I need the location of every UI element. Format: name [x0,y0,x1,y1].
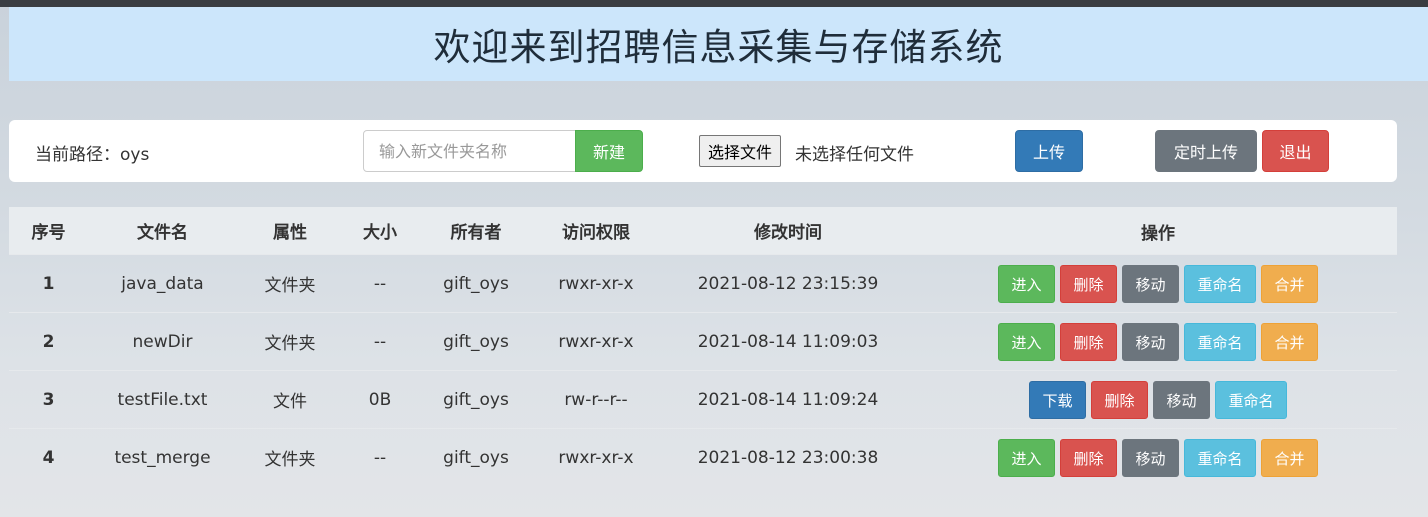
file-name: test_merge [114,447,211,468]
table-header: 序号 文件名 属性 大小 所有者 访问权限 修改时间 操作 [9,207,1397,254]
file-size: -- [373,447,387,468]
delete-button[interactable]: 删除 [1060,265,1117,303]
row-actions: 下载 删除 移动 重命名 [919,380,1397,419]
file-size: -- [373,331,387,352]
download-button[interactable]: 下载 [1029,381,1086,419]
col-header-permission: 访问权限 [562,223,630,243]
enter-button[interactable]: 进入 [998,265,1055,303]
col-header-type: 属性 [273,223,307,243]
file-modified-time: 2021-08-12 23:00:38 [697,447,879,468]
row-number: 2 [42,331,55,352]
top-bar [0,0,1428,7]
move-button[interactable]: 移动 [1122,439,1179,477]
file-modified-time: 2021-08-14 11:09:24 [697,389,879,410]
delete-button[interactable]: 删除 [1091,381,1148,419]
col-header-actions: 操作 [1141,223,1175,244]
rename-button[interactable]: 重命名 [1184,323,1256,361]
col-header-name: 文件名 [137,223,188,243]
file-modified-time: 2021-08-14 11:09:03 [697,331,879,352]
page-title: 欢迎来到招聘信息采集与存储系统 [433,26,1004,69]
rename-button[interactable]: 重命名 [1184,265,1256,303]
merge-button[interactable]: 合并 [1261,323,1318,361]
file-owner: gift_oys [443,331,509,352]
row-number: 4 [42,447,55,468]
row-number: 1 [42,273,55,294]
row-actions: 进入 删除 移动 重命名 合并 [919,322,1397,361]
file-owner: gift_oys [443,389,509,410]
file-permission: rwxr-xr-x [558,331,634,352]
rename-button[interactable]: 重命名 [1184,439,1256,477]
file-size: -- [373,273,387,294]
move-button[interactable]: 移动 [1122,323,1179,361]
file-permission: rwxr-xr-x [558,447,634,468]
toolbar: 当前路径：oys 新建 选择文件 未选择任何文件 上传 定时上传 退出 [9,120,1397,182]
file-size: 0B [368,389,392,410]
file-owner: gift_oys [443,447,509,468]
file-type: 文件夹 [264,334,316,354]
file-name: java_data [121,273,204,294]
col-header-size: 大小 [363,223,397,243]
file-modified-time: 2021-08-12 23:15:39 [697,273,879,294]
row-number: 3 [42,389,55,410]
file-permission: rw-r--r-- [564,389,628,410]
table-row: 1 java_data 文件夹 -- gift_oys rwxr-xr-x 20… [9,254,1397,312]
new-folder-button[interactable]: 新建 [575,130,643,172]
file-status-text: 未选择任何文件 [795,145,914,165]
logout-button[interactable]: 退出 [1262,130,1329,172]
file-type: 文件 [273,392,307,412]
file-type: 文件夹 [264,276,316,296]
file-table: 序号 文件名 属性 大小 所有者 访问权限 修改时间 操作 1 java_dat… [9,207,1397,486]
move-button[interactable]: 移动 [1153,381,1210,419]
upload-button[interactable]: 上传 [1015,130,1083,172]
col-header-no: 序号 [31,223,66,243]
current-path-label: 当前路径：oys [35,145,150,165]
file-name: testFile.txt [117,389,208,410]
enter-button[interactable]: 进入 [998,323,1055,361]
file-owner: gift_oys [443,273,509,294]
col-header-modified: 修改时间 [754,223,822,243]
page-header: 欢迎来到招聘信息采集与存储系统 [9,7,1428,81]
file-permission: rwxr-xr-x [558,273,634,294]
new-folder-input[interactable] [363,130,576,172]
enter-button[interactable]: 进入 [998,439,1055,477]
choose-file-button[interactable]: 选择文件 [699,135,782,167]
merge-button[interactable]: 合并 [1261,439,1318,477]
row-actions: 进入 删除 移动 重命名 合并 [919,438,1397,477]
table-row: 3 testFile.txt 文件 0B gift_oys rw-r--r-- … [9,370,1397,428]
table-row: 4 test_merge 文件夹 -- gift_oys rwxr-xr-x 2… [9,428,1397,486]
timed-upload-button[interactable]: 定时上传 [1155,130,1257,172]
col-header-owner: 所有者 [450,223,502,243]
file-type: 文件夹 [264,450,316,470]
move-button[interactable]: 移动 [1122,265,1179,303]
table-row: 2 newDir 文件夹 -- gift_oys rwxr-xr-x 2021-… [9,312,1397,370]
delete-button[interactable]: 删除 [1060,323,1117,361]
merge-button[interactable]: 合并 [1261,265,1318,303]
rename-button[interactable]: 重命名 [1215,381,1287,419]
file-name: newDir [132,331,193,352]
row-actions: 进入 删除 移动 重命名 合并 [919,264,1397,303]
delete-button[interactable]: 删除 [1060,439,1117,477]
